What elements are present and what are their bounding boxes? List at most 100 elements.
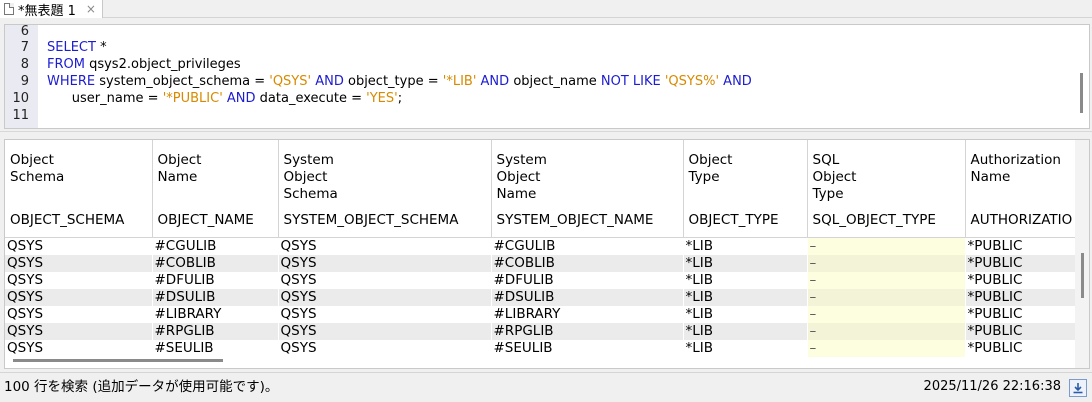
table-cell[interactable]: QSYS — [5, 306, 152, 323]
sql-code[interactable]: SELECT * FROM qsys2.object_privileges WHER… — [47, 39, 752, 124]
sql-keyword: NOT LIKE — [600, 74, 665, 89]
table-cell[interactable]: *PUBLIC — [965, 340, 1085, 357]
editor-scrollbar-thumb[interactable] — [1080, 73, 1083, 113]
status-message: 100 行を検索 (追加データが使用可能です)。 — [4, 379, 279, 395]
table-cell[interactable]: #LIBRARY — [491, 306, 683, 323]
table-cell[interactable]: QSYS — [5, 272, 152, 289]
tab-strip: *無表題 1 × — [0, 0, 1092, 19]
table-cell[interactable]: #CGULIB — [152, 237, 278, 255]
sql-text: qsys2.object_privileges — [89, 57, 241, 72]
table-cell[interactable]: QSYS — [278, 288, 491, 306]
table-cell[interactable]: *LIB — [683, 272, 807, 289]
table-cell[interactable]: *PUBLIC — [965, 322, 1085, 340]
line-number: 9 — [20, 74, 29, 89]
table-cell[interactable]: #RPGLIB — [491, 322, 683, 340]
table-cell[interactable]: – — [807, 237, 965, 255]
table-cell[interactable]: QSYS — [5, 288, 152, 306]
table-row[interactable]: QSYS #LIBRARY QSYS #LIBRARY *LIB – *PUBLIC — [5, 305, 1085, 323]
table-cell[interactable]: #RPGLIB — [152, 322, 278, 340]
table-row[interactable]: QSYS #DSULIB QSYS #DSULIB *LIB – *PUBLIC — [5, 288, 1085, 306]
table-row[interactable]: QSYS #CGULIB QSYS #CGULIB *LIB – *PUBLIC — [5, 237, 1085, 255]
column-header[interactable]: Object Schema OBJECT_SCHEMA — [5, 140, 153, 238]
table-cell[interactable]: #DFULIB — [152, 272, 278, 289]
grid-horizontal-scrollbar-thumb[interactable] — [13, 359, 223, 362]
table-cell[interactable]: #LIBRARY — [152, 306, 278, 323]
table-cell[interactable]: QSYS — [278, 272, 491, 289]
sql-text: data_execute = — [259, 91, 367, 106]
column-header[interactable]: SQL Object Type SQL_OBJECT_TYPE — [807, 140, 966, 238]
code-line: WHERE system_object_schema = 'QSYS' AND … — [47, 73, 752, 90]
table-cell[interactable]: #SEULIB — [152, 340, 278, 357]
column-header[interactable]: System Object Name SYSTEM_OBJECT_NAME — [491, 140, 684, 238]
column-name: AUTHORIZATIO — [970, 212, 1073, 228]
table-row[interactable]: QSYS #COBLIB QSYS #COBLIB *LIB – *PUBLIC — [5, 254, 1085, 272]
sql-keyword: AND — [311, 74, 348, 89]
table-cell[interactable]: *LIB — [683, 322, 807, 340]
result-table: Object Schema OBJECT_SCHEMA Object Name OBJEC… — [5, 140, 1086, 357]
table-cell[interactable]: – — [807, 254, 965, 272]
column-header[interactable]: System Object Schema SYSTEM_OBJECT_SCHEMA — [278, 140, 492, 238]
column-label-line: Type — [812, 186, 844, 202]
table-cell[interactable]: – — [807, 271, 965, 289]
table-cell[interactable]: #SEULIB — [491, 340, 683, 357]
table-cell[interactable]: #CGULIB — [491, 237, 683, 255]
sql-text: object_name — [513, 74, 601, 89]
column-name: OBJECT_NAME — [157, 212, 254, 228]
tab-untitled-1[interactable]: *無表題 1 × — [0, 0, 103, 19]
table-row[interactable]: QSYS #RPGLIB QSYS #RPGLIB *LIB – *PUBLIC — [5, 322, 1085, 340]
table-cell[interactable]: – — [807, 288, 965, 306]
column-label-line: Object — [10, 152, 54, 168]
table-cell[interactable]: *PUBLIC — [965, 306, 1085, 323]
line-number: 8 — [20, 57, 29, 72]
sql-keyword: SELECT — [47, 40, 101, 55]
column-label-line: Object — [812, 169, 857, 185]
sql-text: system_object_schema = — [99, 74, 270, 89]
table-cell[interactable]: #COBLIB — [491, 254, 683, 272]
column-header[interactable]: Object Name OBJECT_NAME — [152, 140, 279, 238]
table-cell[interactable]: *LIB — [683, 237, 807, 255]
table-cell[interactable]: *LIB — [683, 306, 807, 323]
table-cell[interactable]: QSYS — [278, 340, 491, 357]
table-cell[interactable]: *LIB — [683, 254, 807, 272]
grid-vertical-scrollbar[interactable] — [1075, 140, 1089, 368]
table-cell[interactable]: QSYS — [278, 322, 491, 340]
table-cell[interactable]: QSYS — [278, 254, 491, 272]
table-cell[interactable]: #DSULIB — [152, 288, 278, 306]
line-number: 10 — [12, 91, 29, 106]
table-cell[interactable]: *PUBLIC — [965, 237, 1085, 255]
table-cell[interactable]: QSYS — [5, 340, 152, 357]
grid-vertical-scrollbar-thumb[interactable] — [1081, 253, 1084, 298]
column-label-line: Name — [157, 169, 198, 185]
table-cell[interactable]: #DFULIB — [491, 272, 683, 289]
close-icon[interactable]: × — [86, 2, 96, 16]
table-cell[interactable]: QSYS — [278, 306, 491, 323]
table-cell[interactable]: *LIB — [683, 288, 807, 306]
column-label-line: Schema — [283, 186, 338, 202]
column-header[interactable]: Authorization Name AUTHORIZATIO — [965, 140, 1086, 238]
sql-editor[interactable]: 6 7 8 9 10 11 SELECT * FROM qsys2.object_privi… — [4, 24, 1090, 129]
table-cell[interactable]: *PUBLIC — [965, 288, 1085, 306]
table-cell[interactable]: – — [807, 322, 965, 340]
sql-string: 'QSYS%' — [664, 74, 720, 89]
table-cell[interactable]: – — [807, 339, 965, 357]
column-label: Object Name — [158, 152, 273, 203]
code-line: user_name = '*PUBLIC' AND data_execute =… — [47, 90, 752, 107]
table-row[interactable]: QSYS #SEULIB QSYS #SEULIB *LIB – *PUBLIC — [5, 339, 1085, 357]
table-cell[interactable]: #DSULIB — [491, 288, 683, 306]
table-cell[interactable]: *LIB — [683, 340, 807, 357]
download-button[interactable] — [1069, 379, 1087, 397]
table-cell[interactable]: QSYS — [5, 254, 152, 272]
table-cell[interactable]: – — [807, 305, 965, 323]
table-cell[interactable]: QSYS — [5, 322, 152, 340]
table-cell[interactable]: QSYS — [278, 237, 491, 255]
table-cell[interactable]: *PUBLIC — [965, 272, 1085, 289]
table-cell[interactable]: QSYS — [5, 237, 152, 255]
table-row[interactable]: QSYS #DFULIB QSYS #DFULIB *LIB – *PUBLIC — [5, 271, 1085, 289]
column-label: SQL Object Type — [813, 152, 960, 203]
pane-splitter[interactable] — [0, 131, 1092, 136]
result-grid[interactable]: Object Schema OBJECT_SCHEMA Object Name OBJEC… — [4, 139, 1090, 369]
table-cell[interactable]: *PUBLIC — [965, 254, 1085, 272]
column-label: System Object Schema — [284, 152, 486, 203]
column-header[interactable]: Object Type OBJECT_TYPE — [683, 140, 808, 238]
table-cell[interactable]: #COBLIB — [152, 254, 278, 272]
